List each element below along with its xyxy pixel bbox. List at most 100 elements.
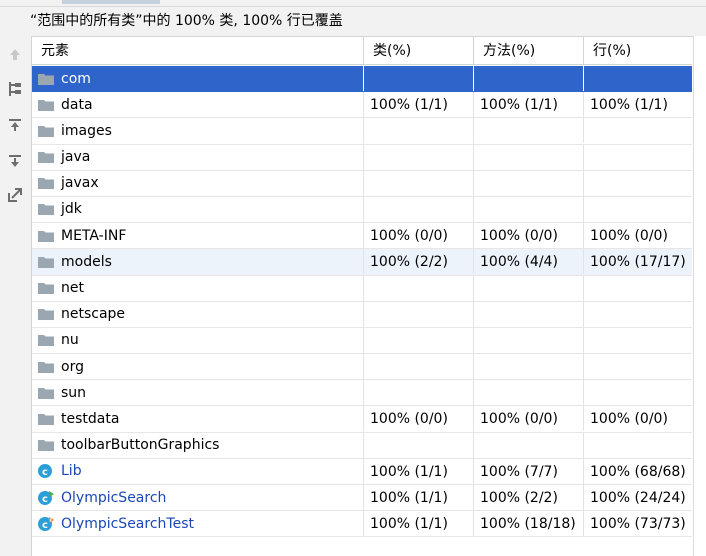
class-icon: c: [37, 463, 55, 479]
column-header-element[interactable]: 元素: [32, 37, 363, 65]
line-coverage-cell: [583, 66, 692, 91]
table-row[interactable]: toolbarButtonGraphics: [32, 432, 692, 459]
class-coverage-cell: 100% (1/1): [363, 511, 473, 537]
table-row[interactable]: com: [32, 66, 692, 93]
element-name: testdata: [61, 410, 120, 427]
element-cell: com: [32, 66, 363, 91]
table-row[interactable]: c OlympicSearch 100% (1/1) 100% (2/2) 100% (…: [32, 485, 692, 512]
table-row[interactable]: jdk: [32, 196, 692, 224]
package-folder-icon: [37, 359, 55, 375]
element-cell: sun: [32, 380, 363, 405]
line-coverage-cell: [583, 275, 692, 301]
table-row[interactable]: testdata 100% (0/0) 100% (0/0) 100% (0/0): [32, 406, 692, 433]
flatten-packages-button[interactable]: [5, 81, 25, 101]
method-coverage-cell: 100% (18/18): [473, 511, 583, 537]
line-coverage-cell: [583, 118, 692, 144]
class-coverage-cell: [363, 170, 473, 196]
package-folder-icon: [37, 437, 55, 453]
export-button[interactable]: [5, 153, 25, 173]
column-header-line[interactable]: 行(%): [583, 37, 692, 65]
method-coverage-cell: [473, 301, 583, 327]
navigate-button[interactable]: [5, 187, 25, 207]
line-coverage-cell: [583, 327, 692, 353]
class-coverage-cell: 100% (2/2): [363, 249, 473, 275]
class-coverage-cell: [363, 118, 473, 144]
table-row[interactable]: data 100% (1/1) 100% (1/1) 100% (1/1): [32, 92, 692, 119]
element-name: models: [61, 253, 112, 270]
package-folder-icon: [37, 280, 55, 296]
element-cell: data: [32, 92, 363, 117]
class-coverage-cell: 100% (0/0): [363, 223, 473, 249]
package-folder-icon: [37, 306, 55, 322]
table-row[interactable]: images: [32, 118, 692, 145]
method-coverage-cell: [473, 118, 583, 144]
element-cell: models: [32, 249, 363, 274]
column-header-class[interactable]: 类(%): [363, 37, 473, 65]
table-row[interactable]: models 100% (2/2) 100% (4/4) 100% (17/17): [32, 249, 692, 276]
table-row[interactable]: sun: [32, 380, 692, 407]
line-coverage-cell: 100% (1/1): [583, 92, 692, 118]
element-name: com: [61, 70, 91, 87]
table-row[interactable]: c OlympicSearchTest 100% (1/1) 100% (18/18)…: [32, 511, 692, 538]
element-cell: org: [32, 354, 363, 379]
up-arrow-button[interactable]: [5, 46, 25, 66]
runnable-class-icon: c: [37, 490, 55, 506]
divider: [0, 6, 706, 7]
line-coverage-cell: 100% (0/0): [583, 406, 692, 432]
package-folder-icon: [37, 201, 55, 217]
element-name: org: [61, 358, 84, 375]
package-folder-icon: [37, 254, 55, 270]
table-row[interactable]: nu: [32, 327, 692, 355]
svg-text:c: c: [42, 467, 48, 478]
element-cell: javax: [32, 171, 363, 196]
method-coverage-cell: [473, 354, 583, 380]
line-coverage-cell: [583, 170, 692, 196]
tab-indicator: [62, 0, 160, 4]
class-coverage-cell: 100% (1/1): [363, 485, 473, 510]
table-row[interactable]: c Lib 100% (1/1) 100% (7/7) 100% (68/68): [32, 458, 692, 485]
vertical-scrollbar[interactable]: [693, 36, 706, 556]
line-coverage-cell: [583, 354, 692, 380]
package-folder-icon: [37, 228, 55, 244]
column-header-method[interactable]: 方法(%): [473, 37, 583, 65]
class-coverage-cell: [363, 66, 473, 91]
method-coverage-cell: 100% (1/1): [473, 92, 583, 118]
import-button[interactable]: [5, 117, 25, 137]
coverage-panel: “范围中的所有类”中的 100% 类, 100% 行已覆盖 元素 类(%) 方法…: [0, 0, 706, 556]
table-row[interactable]: META-INF 100% (0/0) 100% (0/0) 100% (0/0): [32, 223, 692, 250]
class-coverage-cell: [363, 354, 473, 380]
element-cell: c OlympicSearchTest: [32, 511, 363, 536]
package-folder-icon: [37, 123, 55, 139]
package-folder-icon: [37, 149, 55, 165]
method-coverage-cell: 100% (7/7): [473, 458, 583, 484]
class-coverage-cell: [363, 380, 473, 406]
line-coverage-cell: 100% (24/24): [583, 485, 692, 510]
line-coverage-cell: 100% (73/73): [583, 511, 692, 537]
element-name: javax: [61, 175, 99, 192]
table-row[interactable]: org: [32, 354, 692, 381]
element-name: netscape: [61, 306, 126, 323]
package-folder-icon: [37, 411, 55, 427]
table-row[interactable]: javax: [32, 170, 692, 197]
table-header: 元素 类(%) 方法(%) 行(%): [32, 37, 692, 65]
method-coverage-cell: [473, 432, 583, 458]
element-name: jdk: [61, 201, 82, 218]
element-name: toolbarButtonGraphics: [61, 437, 220, 454]
class-coverage-cell: [363, 432, 473, 458]
line-coverage-cell: 100% (17/17): [583, 249, 692, 275]
table-row[interactable]: net: [32, 275, 692, 302]
method-coverage-cell: 100% (0/0): [473, 223, 583, 249]
coverage-summary: “范围中的所有类”中的 100% 类, 100% 行已覆盖: [30, 13, 343, 29]
element-name: nu: [61, 332, 79, 349]
export-icon: [7, 153, 23, 173]
element-cell: images: [32, 118, 363, 143]
table-row[interactable]: java: [32, 144, 692, 171]
element-name: net: [61, 280, 84, 296]
package-folder-icon: [37, 71, 55, 87]
line-coverage-cell: 100% (0/0): [583, 223, 692, 249]
class-coverage-cell: [363, 144, 473, 170]
table-row[interactable]: netscape: [32, 301, 692, 328]
package-folder-icon: [37, 175, 55, 191]
method-coverage-cell: [473, 380, 583, 406]
element-cell: META-INF: [32, 223, 363, 248]
